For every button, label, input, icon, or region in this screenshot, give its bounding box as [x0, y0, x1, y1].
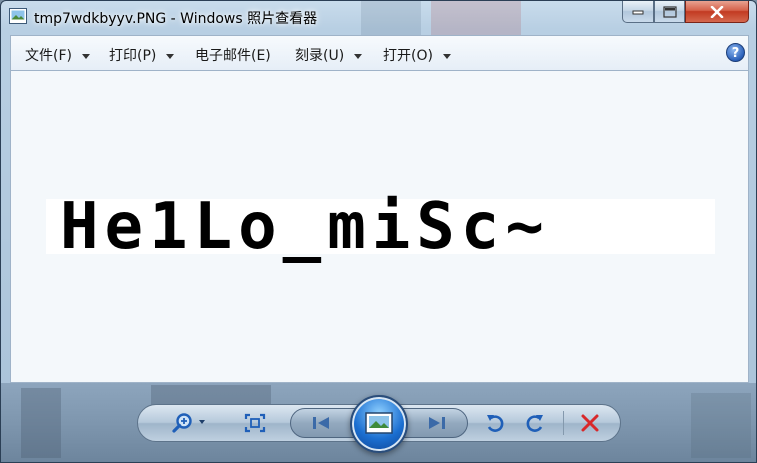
next-icon — [429, 417, 445, 429]
menu-open[interactable]: 打开(O) — [383, 45, 451, 65]
background-ghost — [21, 388, 61, 458]
minimize-button[interactable] — [622, 1, 654, 23]
menu-email[interactable]: 电子邮件(E) — [195, 45, 271, 65]
minimize-icon — [632, 10, 644, 14]
chevron-down-icon — [166, 53, 175, 59]
menu-file-label: 文件(F) — [25, 48, 72, 64]
delete-button[interactable] — [575, 410, 605, 436]
zoom-icon — [172, 413, 205, 433]
menu-print-label: 打印(P) — [109, 48, 157, 64]
menu-email-label: 电子邮件(E) — [195, 48, 271, 64]
image-text: He1Lo_miSc~ — [60, 190, 550, 264]
menu-bar: 文件(F) 打印(P) 电子邮件(E) 刻录(U) 打开(O) ? — [10, 35, 749, 71]
zoom-button[interactable] — [169, 410, 211, 436]
previous-button[interactable] — [301, 411, 341, 435]
chevron-down-icon — [442, 53, 451, 59]
fit-to-window-button[interactable] — [241, 410, 269, 436]
photo-viewer-window: tmp7wdkbyyv.PNG - Windows 照片查看器 文件(F) 打印… — [0, 0, 757, 463]
divider — [563, 411, 564, 435]
menu-print[interactable]: 打印(P) — [109, 45, 175, 65]
displayed-image: He1Lo_miSc~ — [46, 195, 715, 259]
rotate-counterclockwise-button[interactable] — [481, 410, 509, 436]
menu-open-label: 打开(O) — [383, 48, 433, 64]
rotate-clockwise-icon — [526, 415, 543, 432]
menu-file[interactable]: 文件(F) — [25, 45, 90, 65]
next-button[interactable] — [417, 411, 457, 435]
menu-burn[interactable]: 刻录(U) — [295, 45, 363, 65]
delete-icon — [581, 414, 599, 432]
slideshow-icon — [365, 412, 393, 434]
photo-viewer-app-icon — [9, 8, 27, 24]
previous-icon — [313, 417, 329, 429]
title-bar[interactable]: tmp7wdkbyyv.PNG - Windows 照片查看器 — [1, 1, 756, 35]
maximize-button[interactable] — [654, 1, 685, 23]
rotate-counterclockwise-icon — [487, 415, 504, 432]
help-icon[interactable]: ? — [726, 43, 745, 62]
chevron-down-icon — [354, 53, 363, 59]
maximize-icon — [662, 5, 677, 18]
chevron-down-icon — [81, 53, 90, 59]
rotate-clockwise-button[interactable] — [521, 410, 549, 436]
background-ghost — [431, 1, 521, 35]
menu-burn-label: 刻录(U) — [295, 48, 345, 64]
slideshow-button[interactable] — [350, 395, 408, 453]
window-title: tmp7wdkbyyv.PNG - Windows 照片查看器 — [34, 11, 318, 27]
background-ghost — [361, 1, 421, 35]
fit-to-window-icon — [244, 413, 266, 433]
background-ghost — [691, 393, 751, 458]
image-viewport: He1Lo_miSc~ — [10, 71, 749, 383]
close-icon — [710, 5, 724, 18]
close-button[interactable] — [685, 1, 749, 23]
